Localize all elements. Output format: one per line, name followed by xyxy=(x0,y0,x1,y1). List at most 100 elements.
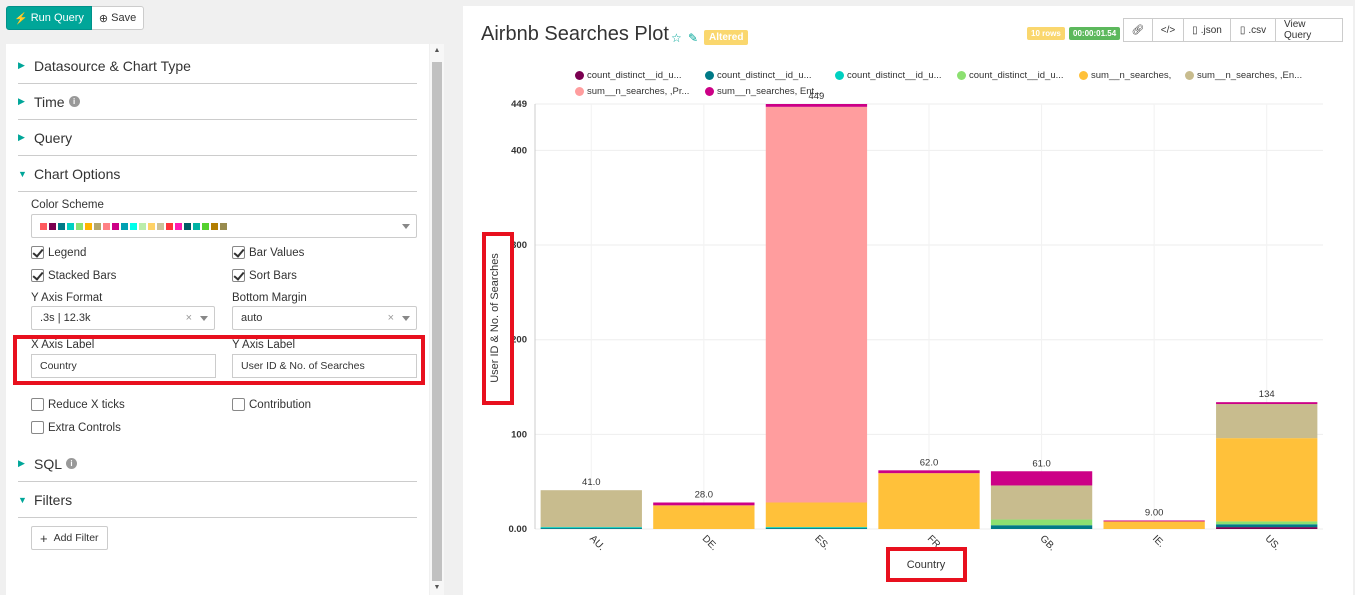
left-panel: ⚡ Run Query ⊕ Save ▶ Datasource & Chart … xyxy=(0,0,450,595)
bar-value-label: 61.0 xyxy=(1032,458,1051,469)
section-time-label: Time xyxy=(34,93,65,110)
bar-segment xyxy=(1216,527,1318,529)
checkbox-icon xyxy=(31,421,44,434)
plus-circle-icon: ⊕ xyxy=(98,12,109,25)
info-icon[interactable]: i xyxy=(66,458,78,469)
color-swatch xyxy=(148,222,155,230)
caret-right-icon: ▶ xyxy=(18,458,25,468)
bar-segment xyxy=(878,473,980,529)
run-query-label: Run Query xyxy=(30,12,84,24)
caret-right-icon: ▶ xyxy=(18,60,25,70)
x-tick-label: ES. xyxy=(812,533,831,552)
bar-value-label: 41.0 xyxy=(582,477,601,488)
x-tick-label: AU. xyxy=(587,533,607,553)
bar-segment xyxy=(765,502,868,528)
legend-label: Legend xyxy=(48,246,87,259)
checkbox-icon xyxy=(31,246,44,259)
section-chart-options-label: Chart Options xyxy=(34,165,121,182)
bolt-icon: ⚡ xyxy=(14,12,28,25)
bottom-margin-value: auto xyxy=(241,312,263,324)
color-swatch xyxy=(220,222,227,230)
scrollbar[interactable]: ▲ ▼ xyxy=(430,44,444,595)
color-swatch xyxy=(40,222,47,230)
bar-values-checkbox[interactable]: Bar Values xyxy=(232,246,304,259)
bar-value-label: 62.0 xyxy=(920,457,939,468)
reduce-x-ticks-checkbox[interactable]: Reduce X ticks xyxy=(31,398,125,411)
section-datasource[interactable]: ▶ Datasource & Chart Type xyxy=(18,48,417,84)
legend-checkbox[interactable]: Legend xyxy=(31,246,86,259)
y-axis-format-select[interactable]: .3s | 12.3k × xyxy=(31,306,215,330)
section-sql-label: SQL xyxy=(34,455,63,472)
clear-icon[interactable]: × xyxy=(388,312,394,324)
color-swatch xyxy=(58,222,65,230)
color-swatch xyxy=(175,222,182,230)
section-query[interactable]: ▶ Query xyxy=(18,120,417,156)
add-filter-button[interactable]: + Add Filter xyxy=(31,526,108,550)
bar-segment xyxy=(653,505,755,529)
bar-segment xyxy=(1103,520,1205,522)
bar-value-label: 134 xyxy=(1259,389,1275,400)
bar-segment xyxy=(540,528,642,529)
info-icon[interactable]: i xyxy=(68,96,80,107)
color-scheme-select[interactable] xyxy=(31,214,417,238)
section-chart-options[interactable]: ▼ Chart Options xyxy=(18,156,417,192)
sort-bars-checkbox[interactable]: Sort Bars xyxy=(232,269,297,282)
y-axis-format-label: Y Axis Format xyxy=(31,292,103,304)
bar-value-label: 28.0 xyxy=(695,489,714,500)
scroll-up-icon[interactable]: ▲ xyxy=(430,44,444,58)
section-filters[interactable]: ▼ Filters xyxy=(18,482,417,518)
color-swatch xyxy=(121,222,128,230)
color-swatch xyxy=(202,222,209,230)
section-filters-label: Filters xyxy=(34,491,73,508)
bar-chart: 0.0010020030040044941.0AU.28.0DE.449ES.6… xyxy=(489,91,1323,571)
color-swatch xyxy=(85,222,92,230)
y-tick-label: 100 xyxy=(511,429,527,440)
chart-panel: Airbnb Searches Plot ☆ ✎ Altered 10 rows… xyxy=(463,6,1353,595)
scrollbar-thumb[interactable] xyxy=(432,62,442,581)
color-swatch xyxy=(94,222,101,230)
caret-down-icon: ▼ xyxy=(18,168,27,179)
bottom-margin-label: Bottom Margin xyxy=(232,292,307,304)
color-swatch xyxy=(103,222,110,230)
contribution-checkbox[interactable]: Contribution xyxy=(232,398,311,411)
bar-segment xyxy=(990,519,1093,526)
extra-controls-checkbox[interactable]: Extra Controls xyxy=(31,421,121,434)
bar-value-label: 9.00 xyxy=(1145,507,1164,518)
bar-segment xyxy=(765,528,868,529)
run-query-button[interactable]: ⚡ Run Query xyxy=(6,6,92,30)
scroll-down-icon[interactable]: ▼ xyxy=(430,581,444,595)
section-query-label: Query xyxy=(34,129,73,146)
section-time[interactable]: ▶ Time i xyxy=(18,84,417,120)
stacked-bars-label: Stacked Bars xyxy=(48,269,117,282)
x-tick-label: US. xyxy=(1263,533,1283,553)
contribution-label: Contribution xyxy=(249,398,312,411)
section-datasource-label: Datasource & Chart Type xyxy=(34,57,191,74)
bar-segment xyxy=(1216,524,1318,528)
clear-icon[interactable]: × xyxy=(186,312,192,324)
stacked-bars-checkbox[interactable]: Stacked Bars xyxy=(31,269,116,282)
bar-segment xyxy=(653,502,755,506)
section-sql[interactable]: ▶ SQL i xyxy=(18,446,417,482)
y-tick-label: 0.00 xyxy=(509,524,528,535)
bar-segment xyxy=(765,527,868,529)
chevron-down-icon xyxy=(402,224,410,229)
bar-segment xyxy=(990,471,1093,486)
x-tick-label: DE. xyxy=(700,533,720,553)
checkbox-icon xyxy=(232,246,245,259)
bottom-margin-select[interactable]: auto × xyxy=(232,306,417,330)
bar-segment xyxy=(540,527,642,529)
bar-segment xyxy=(990,485,1093,520)
checkbox-icon xyxy=(232,398,245,411)
y-tick-label: 449 xyxy=(511,99,527,110)
save-label: Save xyxy=(111,12,137,24)
sort-bars-label: Sort Bars xyxy=(249,269,297,282)
caret-right-icon: ▶ xyxy=(18,96,25,106)
add-filter-label: Add Filter xyxy=(53,532,99,544)
bar-values-label: Bar Values xyxy=(249,246,305,259)
color-swatches xyxy=(40,222,229,230)
y-tick-label: 400 xyxy=(511,145,527,156)
caret-right-icon: ▶ xyxy=(18,132,25,142)
query-toolbar: ⚡ Run Query ⊕ Save xyxy=(6,6,145,30)
reduce-x-ticks-label: Reduce X ticks xyxy=(48,398,125,411)
save-button[interactable]: ⊕ Save xyxy=(91,6,145,30)
